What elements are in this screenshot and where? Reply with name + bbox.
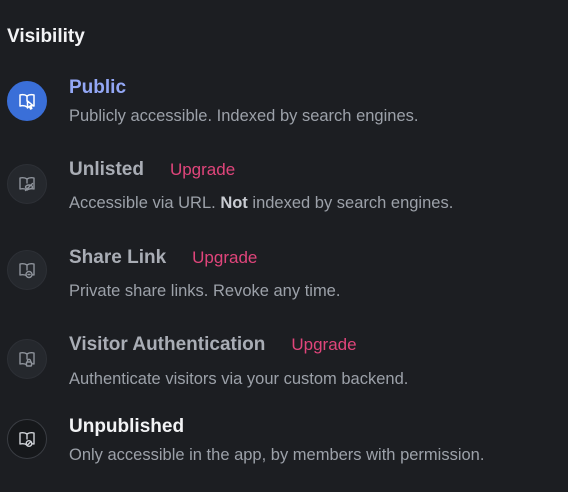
option-title: Share Link xyxy=(69,247,167,268)
book-eye-off-icon xyxy=(7,164,47,204)
book-lock-icon xyxy=(7,339,47,379)
option-description: Authenticate visitors via your custom ba… xyxy=(69,370,409,388)
emphasis-not: Not xyxy=(220,194,248,212)
visibility-heading: Visibility xyxy=(7,26,85,47)
book-cursor-icon xyxy=(7,81,47,121)
option-share-link[interactable]: Share Link Upgrade Private share links. … xyxy=(0,246,568,303)
option-description: Private share links. Revoke any time. xyxy=(69,282,341,300)
visibility-panel: Visibility Public Publicly accessible. I… xyxy=(0,0,568,492)
option-description: Accessible via URL. Not indexed by searc… xyxy=(69,194,454,212)
option-public[interactable]: Public Publicly accessible. Indexed by s… xyxy=(0,77,568,128)
option-description: Only accessible in the app, by members w… xyxy=(69,446,485,464)
option-title: Visitor Authentication xyxy=(69,334,266,355)
option-unlisted[interactable]: Unlisted Upgrade Accessible via URL. Not… xyxy=(0,158,568,215)
upgrade-link[interactable]: Upgrade xyxy=(291,333,356,357)
book-link-icon xyxy=(7,250,47,290)
upgrade-link[interactable]: Upgrade xyxy=(192,246,257,270)
option-unpublished[interactable]: Unpublished Only accessible in the app, … xyxy=(0,416,568,472)
book-block-icon xyxy=(7,419,47,459)
option-title: Public xyxy=(69,77,127,98)
option-title: Unpublished xyxy=(69,416,185,437)
option-description: Publicly accessible. Indexed by search e… xyxy=(69,107,419,125)
option-title: Unlisted xyxy=(69,159,144,180)
option-visitor-authentication[interactable]: Visitor Authentication Upgrade Authentic… xyxy=(0,333,568,390)
upgrade-link[interactable]: Upgrade xyxy=(170,158,235,182)
